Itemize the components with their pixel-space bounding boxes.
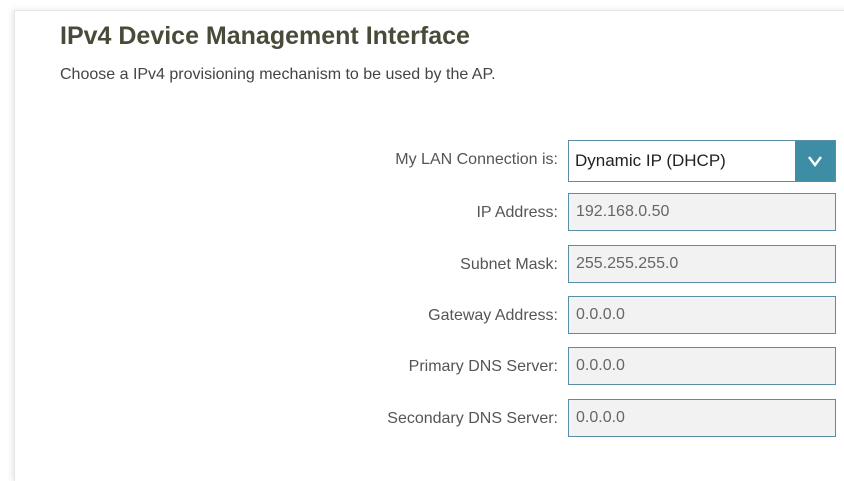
connection-type-select[interactable]: Dynamic IP (DHCP): [568, 140, 836, 182]
gateway-label: Gateway Address:: [428, 307, 558, 324]
primary-dns-label: Primary DNS Server:: [408, 358, 558, 375]
connection-type-value: Dynamic IP (DHCP): [575, 151, 726, 170]
subnet-mask-row: Subnet Mask: 255.255.255.0: [0, 245, 844, 285]
primary-dns-row: Primary DNS Server: 0.0.0.0: [0, 347, 844, 387]
connection-row: My LAN Connection is: Dynamic IP (DHCP): [0, 140, 844, 182]
subnet-mask-label: Subnet Mask:: [460, 256, 558, 273]
secondary-dns-field[interactable]: 0.0.0.0: [568, 399, 836, 437]
chevron-down-icon: [808, 156, 822, 167]
ip-address-field[interactable]: 192.168.0.50: [568, 193, 836, 231]
secondary-dns-label: Secondary DNS Server:: [387, 410, 558, 427]
secondary-dns-row: Secondary DNS Server: 0.0.0.0: [0, 399, 844, 439]
connection-label: My LAN Connection is:: [395, 151, 558, 168]
ip-address-label: IP Address:: [476, 204, 558, 221]
ip-address-row: IP Address: 192.168.0.50: [0, 193, 844, 233]
page-description: Choose a IPv4 provisioning mechanism to …: [60, 66, 496, 83]
subnet-mask-field[interactable]: 255.255.255.0: [568, 245, 836, 283]
dropdown-button[interactable]: [795, 141, 835, 181]
page-title: IPv4 Device Management Interface: [60, 22, 470, 50]
primary-dns-field[interactable]: 0.0.0.0: [568, 347, 836, 385]
gateway-row: Gateway Address: 0.0.0.0: [0, 296, 844, 336]
gateway-field[interactable]: 0.0.0.0: [568, 296, 836, 334]
